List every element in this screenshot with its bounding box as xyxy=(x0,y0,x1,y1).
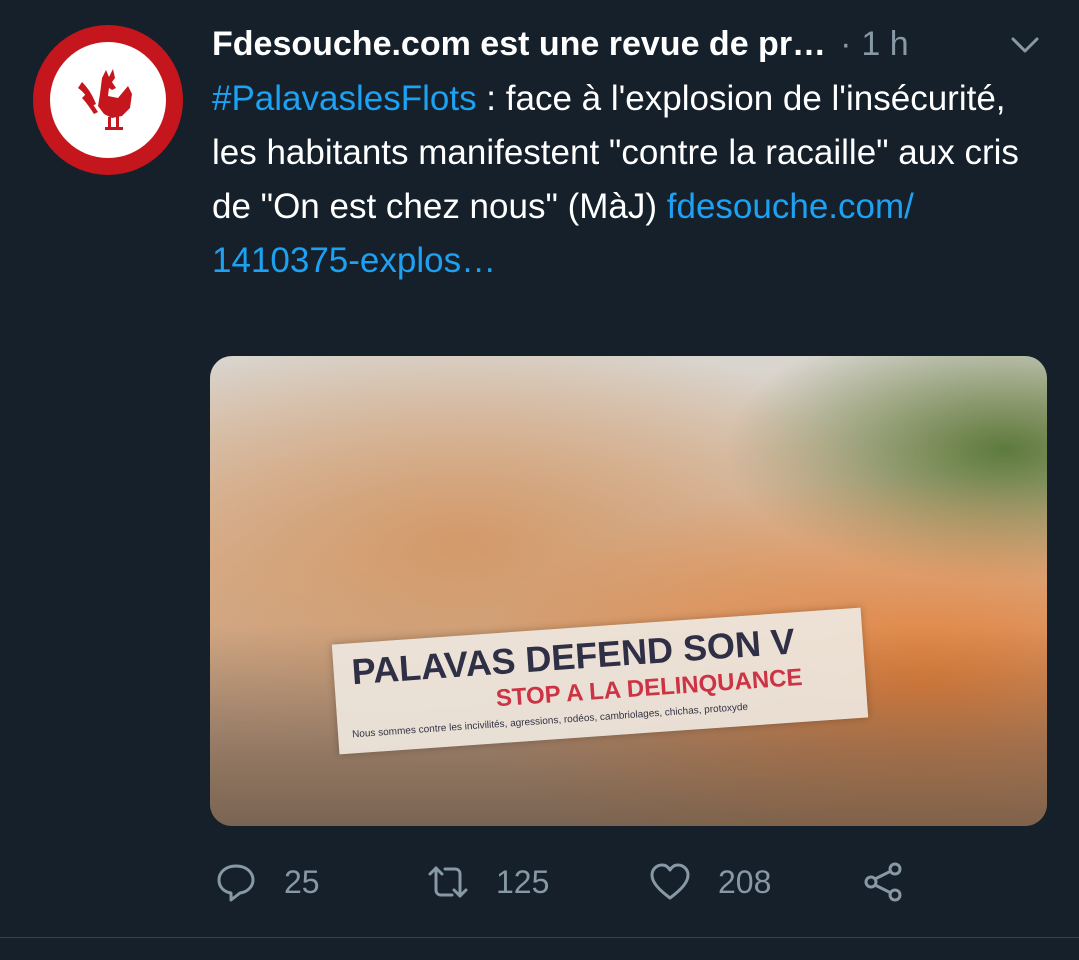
share-button[interactable] xyxy=(862,858,906,906)
share-icon xyxy=(864,862,902,902)
tweet-time[interactable]: 1 h xyxy=(861,25,908,64)
like-icon xyxy=(650,863,690,900)
tweet-header: Fdesouche.com est une revue de pr… · 1 h xyxy=(212,20,1042,68)
like-count: 208 xyxy=(718,863,772,900)
reply-count: 25 xyxy=(284,863,320,900)
tweet-media[interactable]: PALAVAS DEFEND SON V STOP A LA DELINQUAN… xyxy=(210,356,1047,826)
retweet-count: 125 xyxy=(496,863,550,900)
avatar[interactable] xyxy=(33,25,183,175)
avatar-inner xyxy=(50,42,166,158)
reply-button[interactable]: 25 xyxy=(214,858,320,906)
action-bar: 25 125 208 xyxy=(214,858,934,906)
reply-icon xyxy=(217,864,255,902)
like-button[interactable]: 208 xyxy=(648,858,771,906)
retweet-button[interactable]: 125 xyxy=(426,858,549,906)
divider xyxy=(0,937,1079,938)
tweet-text: #PalavaslesFlots : face à l'explosion de… xyxy=(212,72,1042,288)
author-name[interactable]: Fdesouche.com est une revue de pr… xyxy=(212,25,826,64)
rooster-logo xyxy=(78,69,132,130)
tweet[interactable]: Fdesouche.com est une revue de pr… · 1 h… xyxy=(0,0,1079,938)
meta-separator: · xyxy=(840,24,852,63)
hashtag-link[interactable]: #PalavaslesFlots xyxy=(212,79,477,118)
chevron-down-icon[interactable] xyxy=(1008,30,1042,60)
retweet-icon xyxy=(428,866,468,898)
